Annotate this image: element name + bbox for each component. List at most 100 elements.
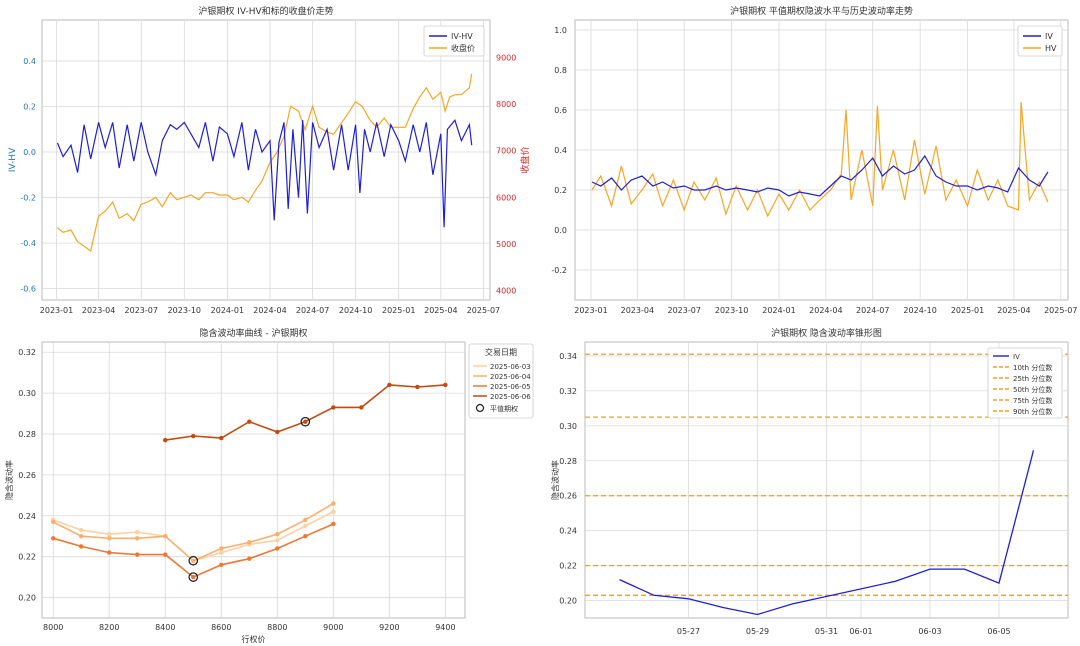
c4-xtick-label: 05-31	[815, 627, 838, 636]
c1-xtick-label: 2024-01	[211, 306, 244, 315]
c4-legend-label: 90th 分位数	[1013, 407, 1052, 416]
c1-ytick-right-label: 4000	[496, 287, 516, 296]
c3-smile-point	[191, 433, 196, 439]
c1-xtick-label: 2025-01	[382, 306, 415, 315]
c1-legend-label: 收盘价	[451, 43, 475, 53]
c2-ytick-label: 0.0	[554, 226, 567, 235]
c2-ytick-label: 0.8	[554, 66, 567, 75]
c3-xtick-label: 9400	[435, 623, 455, 632]
c1-title: 沪银期权 IV-HV和标的收盘价走势	[198, 5, 333, 17]
c1-ytick-left-label: 0.2	[23, 103, 36, 112]
c4-xtick-label: 05-29	[746, 627, 769, 636]
c1-xtick-label: 2023-04	[82, 306, 115, 315]
c3-smile-point	[275, 546, 280, 551]
c3-smile-point	[51, 519, 56, 525]
c1-xtick-label: 2023-01	[40, 306, 73, 315]
c1-ytick-right-label: 7000	[496, 147, 516, 156]
c2-xtick-label: 2025-07	[1044, 306, 1077, 315]
c2-xtick-label: 2024-10	[903, 306, 936, 315]
c4-ylabel: 隐含波动率	[550, 460, 560, 500]
c1-ytick-left-label: 0.4	[23, 57, 36, 66]
c3-smile-point	[135, 529, 140, 535]
c3-smile-point	[331, 521, 336, 527]
c4-xtick-label: 06-05	[987, 627, 1010, 636]
c3-smile-point	[163, 552, 168, 557]
c4-xtick-label: 05-27	[677, 627, 700, 636]
c3-smile-point	[415, 384, 420, 390]
c3-smile-point	[275, 538, 280, 543]
c3-smile-point	[51, 536, 56, 541]
c4-ytick-label: 0.32	[559, 387, 577, 396]
c3-smile-point	[303, 534, 308, 539]
c2-xtick-label: 2023-07	[667, 306, 700, 315]
c2-legend-label: IV	[1045, 32, 1053, 41]
c4-xtick-label: 06-03	[918, 627, 941, 636]
chart-iv-smile: 8000 8200 8400 8600 8800 9000 9200 9400 0.20 0.22…	[4, 327, 534, 644]
c1-ytick-left-label: 0.0	[23, 148, 36, 157]
c3-legend-label: 2025-06-03	[490, 363, 531, 371]
c3-smile-point	[331, 501, 336, 506]
c1-ytick-left-label: -0.6	[20, 285, 36, 294]
c2-xtick-label: 2023-04	[621, 306, 654, 315]
c2-ytick-label: 0.4	[554, 146, 567, 155]
c3-smile-point	[191, 574, 196, 580]
c4-legend-label: IV	[1013, 353, 1020, 361]
c3-smile-point	[219, 546, 224, 551]
c3-smile-point	[79, 527, 84, 533]
c3-smile-point	[359, 405, 364, 410]
chart-atm-iv-vs-hv: 2023-01 2023-04 2023-07 2023-10 2024-01 2024-…	[551, 5, 1077, 315]
c3-legend-label: 2025-06-06	[490, 393, 531, 401]
c3-smile-point	[275, 531, 280, 537]
c3-smile-point	[107, 536, 112, 541]
c4-ytick-label: 0.22	[559, 562, 577, 571]
c1-ytick-right-label: 6000	[496, 193, 516, 202]
c3-xtick-label: 9000	[323, 623, 343, 632]
c3-xtick-label: 8200	[99, 623, 119, 632]
c1-ytick-right-label: 8000	[496, 100, 516, 109]
c1-ylabel-right: 收盘价	[519, 146, 531, 173]
c3-smile-point	[107, 550, 112, 555]
c3-smile-point	[443, 382, 448, 388]
c2-xtick-label: 2024-01	[762, 306, 795, 315]
c2-xtick-label: 2024-04	[809, 306, 842, 315]
c1-xtick-label: 2025-07	[467, 306, 500, 315]
c2-xtick-label: 2025-01	[951, 306, 984, 315]
c1-xtick-label: 2024-10	[339, 306, 372, 315]
c3-smile-point	[219, 550, 224, 555]
c1-xtick-label: 2023-10	[168, 306, 201, 315]
c3-ytick-label: 0.22	[18, 553, 36, 562]
c1-xtick-label: 2023-07	[125, 306, 158, 315]
c3-smile-point	[247, 556, 252, 561]
c4-ytick-label: 0.34	[559, 352, 577, 361]
c3-smile-point	[303, 419, 308, 424]
c3-smile-point	[303, 523, 308, 529]
c3-smile-point	[135, 552, 140, 557]
c1-xtick-label: 2024-07	[296, 306, 329, 315]
c2-xtick-label: 2025-04	[997, 306, 1030, 315]
c2-xtick-label: 2024-07	[856, 306, 889, 315]
c1-ytick-right-label: 5000	[496, 240, 516, 249]
c4-ytick-label: 0.26	[559, 492, 577, 501]
c2-ytick-label: 1.0	[554, 26, 567, 35]
c1-ytick-right-label: 9000	[496, 53, 516, 62]
c1-xtick-label: 2024-04	[253, 306, 286, 315]
c2-ytick-label: -0.2	[551, 266, 567, 275]
c3-frame	[41, 341, 466, 619]
c4-xtick-label: 06-01	[849, 627, 872, 636]
c4-ytick-label: 0.20	[559, 597, 577, 606]
c1-ytick-left-label: -0.2	[20, 194, 36, 203]
c3-xtick-label: 9200	[379, 623, 399, 632]
c1-ylabel-left: IV-HV	[8, 147, 18, 172]
c3-smile-point	[191, 558, 196, 563]
c3-title: 隐含波动率曲线 - 沪银期权	[200, 327, 308, 339]
c2-hv-line	[591, 101, 1049, 218]
chart-iv-cone: 05-27 05-29 05-31 06-01 06-03 06-05 0.20 0.22 0.…	[550, 327, 1069, 636]
c3-smile-point	[163, 534, 168, 539]
c3-ytick-label: 0.28	[18, 430, 36, 439]
c3-ytick-label: 0.32	[18, 348, 36, 357]
c3-smile-point	[79, 544, 84, 549]
c3-smile-point	[79, 534, 84, 539]
c4-legend-label: 75th 分位数	[1013, 396, 1052, 405]
c3-ytick-label: 0.30	[18, 389, 36, 398]
c3-smile-point	[387, 382, 392, 388]
